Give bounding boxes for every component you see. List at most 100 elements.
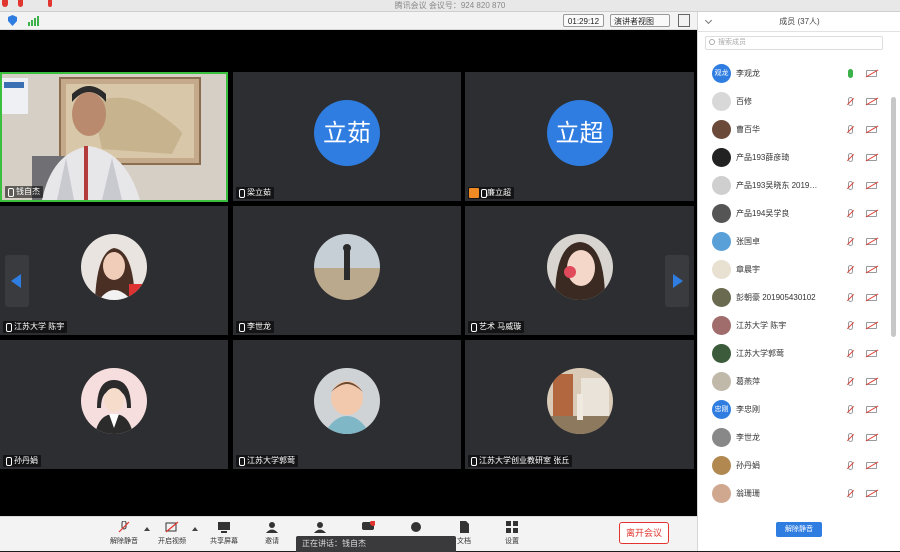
invite-button[interactable]: 邀请 — [252, 521, 292, 546]
participant-name: 梁立茹 — [236, 187, 274, 199]
member-name: 江苏大学郭莺 — [736, 349, 784, 358]
arrow-right-icon[interactable] — [665, 255, 689, 307]
member-item[interactable]: 曹百华 — [698, 116, 893, 144]
video-tile[interactable]: 孙丹娟 — [0, 340, 228, 469]
participant-video — [2, 74, 226, 200]
avatar — [712, 484, 731, 503]
member-item[interactable]: 葛燕萍 — [698, 368, 893, 396]
member-name: 产品193薛彦琦 — [736, 153, 790, 162]
record-icon — [409, 521, 423, 533]
mic-icon[interactable] — [848, 97, 853, 106]
avatar: 忠刚 — [712, 400, 731, 419]
member-item[interactable]: 江苏大学 陈宇 — [698, 312, 893, 340]
camera-icon[interactable] — [866, 154, 877, 161]
mic-icon[interactable] — [848, 69, 853, 78]
mic-icon[interactable] — [848, 237, 853, 246]
camera-icon[interactable] — [866, 406, 877, 413]
camera-icon[interactable] — [866, 378, 877, 385]
camera-icon[interactable] — [866, 238, 877, 245]
camera-icon[interactable] — [866, 322, 877, 329]
chevron-up-icon[interactable] — [192, 527, 198, 531]
member-item[interactable]: 李世龙 — [698, 424, 893, 452]
mic-icon[interactable] — [848, 433, 853, 442]
camera-icon[interactable] — [866, 294, 877, 301]
settings-button[interactable]: 设置 — [492, 521, 532, 546]
camera-icon[interactable] — [866, 98, 877, 105]
member-item[interactable]: 张国卓 — [698, 228, 893, 256]
mic-icon[interactable] — [848, 461, 853, 470]
member-item[interactable]: 观龙 李观龙 — [698, 60, 893, 88]
video-tile[interactable]: 艺术 马威璇 — [465, 206, 694, 335]
video-tile[interactable]: 立超 廉立超 — [465, 72, 694, 201]
camera-icon[interactable] — [866, 70, 877, 77]
member-item[interactable]: 百修 — [698, 88, 893, 116]
search-input[interactable]: 搜索成员 — [705, 36, 883, 50]
participant-name: 江苏大学创业教研室 张丘 — [468, 455, 573, 467]
arrow-left-icon[interactable] — [5, 255, 29, 307]
mic-icon[interactable] — [848, 405, 853, 414]
fullscreen-icon[interactable] — [678, 14, 690, 27]
avatar — [712, 372, 731, 391]
start-video-button[interactable]: 开启视频 — [152, 521, 198, 546]
member-item[interactable]: 产品194吴学良 — [698, 200, 893, 228]
member-name: 翁珊珊 — [736, 489, 760, 498]
chevron-up-icon[interactable] — [144, 527, 150, 531]
avatar: 立茹 — [314, 99, 380, 166]
speaking-indicator: 正在讲话：钱自杰 — [296, 536, 456, 552]
video-tile[interactable]: 江苏大学创业教研室 张丘 — [465, 340, 694, 469]
member-item[interactable]: 彭朝豪 2019054301​02 — [698, 284, 893, 312]
speaker-view-button[interactable]: 演讲者视图 — [610, 14, 670, 27]
mic-icon[interactable] — [848, 181, 853, 190]
mic-icon[interactable] — [848, 489, 853, 498]
mic-icon[interactable] — [848, 153, 853, 162]
mic-icon[interactable] — [848, 377, 853, 386]
meeting-timer: 01:29:12 — [563, 14, 604, 27]
video-tile[interactable]: 李世龙 — [233, 206, 461, 335]
mic-icon[interactable] — [848, 265, 853, 274]
camera-icon[interactable] — [866, 266, 877, 273]
avatar — [712, 316, 731, 335]
avatar — [712, 204, 731, 223]
member-item[interactable]: 江苏大学郭莺 — [698, 340, 893, 368]
share-screen-button[interactable]: 共享屏幕 — [204, 521, 244, 546]
unmute-button[interactable]: 解除静音 — [104, 520, 150, 546]
camera-icon[interactable] — [866, 350, 877, 357]
camera-icon[interactable] — [866, 182, 877, 189]
invite-icon — [265, 521, 279, 533]
member-item[interactable]: 忠刚 李忠刚 — [698, 396, 893, 424]
chevron-down-icon[interactable] — [704, 16, 713, 25]
camera-icon[interactable] — [866, 434, 877, 441]
video-tile[interactable]: 钱自杰 — [0, 72, 228, 202]
signal-icon[interactable] — [28, 16, 40, 26]
member-name: 曹百华 — [736, 125, 760, 134]
member-item[interactable]: 翁珊珊 — [698, 480, 893, 508]
video-tile[interactable]: 立茹 梁立茹 — [233, 72, 461, 201]
mic-icon[interactable] — [848, 125, 853, 134]
mute-all-button[interactable]: 解除静音 — [776, 522, 822, 537]
mic-icon[interactable] — [848, 349, 853, 358]
camera-icon[interactable] — [866, 462, 877, 469]
member-item[interactable]: 产品193薛彦琦 — [698, 144, 893, 172]
avatar — [81, 233, 147, 300]
leave-meeting-button[interactable]: 离开会议 — [619, 522, 669, 544]
video-tile[interactable]: 江苏大学郭莺 — [233, 340, 461, 469]
member-item[interactable]: 章晨宇 — [698, 256, 893, 284]
members-scrollbar[interactable] — [891, 97, 896, 337]
mic-icon[interactable] — [848, 209, 853, 218]
mic-icon[interactable] — [848, 321, 853, 330]
avatar: 观龙 — [712, 64, 731, 83]
camera-icon[interactable] — [866, 210, 877, 217]
participant-name: 李世龙 — [236, 321, 274, 333]
member-item[interactable]: 孙丹娟 — [698, 452, 893, 480]
avatar — [712, 232, 731, 251]
mic-icon[interactable] — [848, 293, 853, 302]
chat-icon — [361, 520, 376, 533]
members-panel-title: 成员 (37人) — [779, 17, 820, 26]
shield-icon[interactable] — [8, 15, 17, 26]
camera-icon[interactable] — [866, 490, 877, 497]
video-tile[interactable]: 江苏大学 陈宇 — [0, 206, 228, 335]
member-item[interactable]: 产品193吴晓东 2019… — [698, 172, 893, 200]
meeting-toolbar: 解除静音 开启视频 共享屏幕 邀请 成员 聊天 录制 文档 设置 正在讲话：钱自… — [0, 516, 697, 552]
camera-icon[interactable] — [866, 126, 877, 133]
meeting-topbar: 01:29:12 演讲者视图 — [0, 12, 697, 30]
